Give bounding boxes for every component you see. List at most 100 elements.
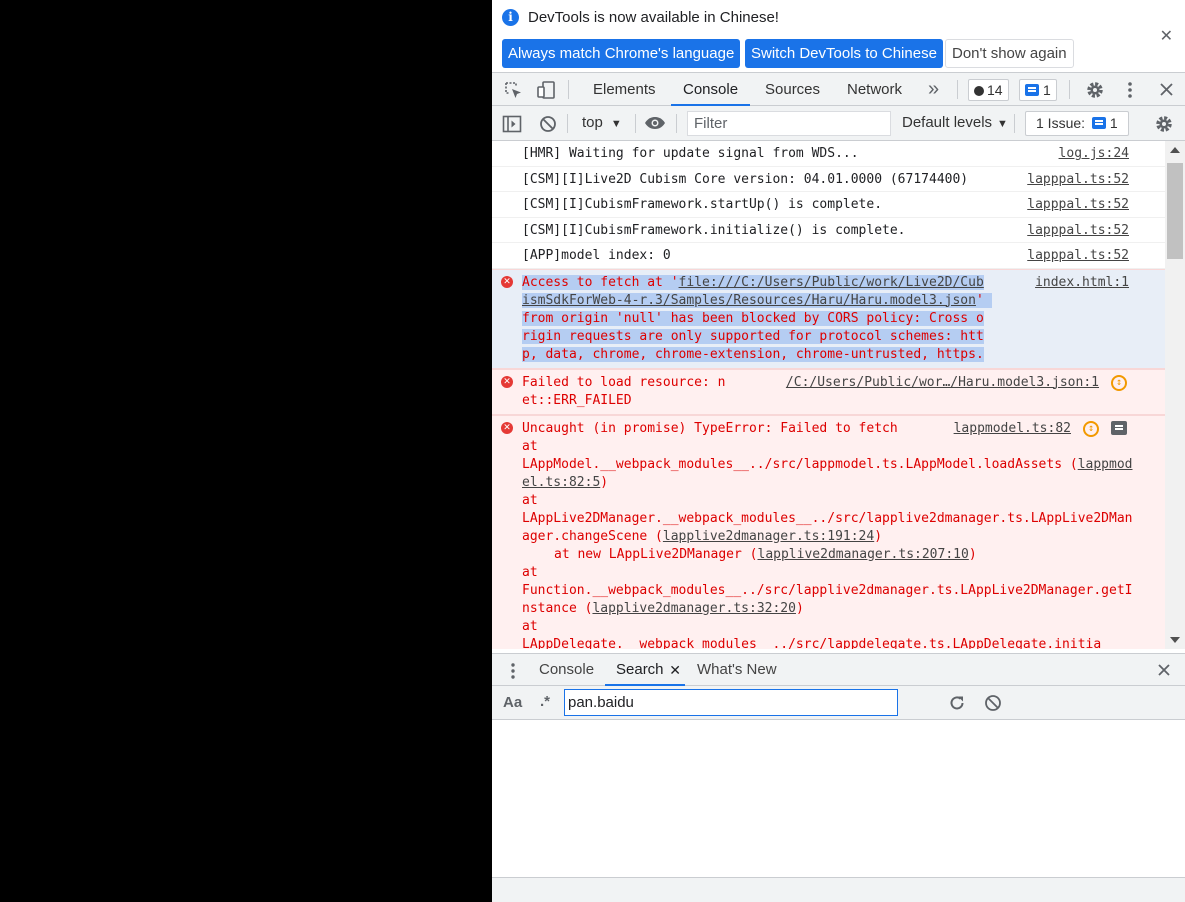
- network-request-icon[interactable]: ↕: [1111, 374, 1127, 391]
- stack-at: at: [522, 438, 538, 454]
- source-link[interactable]: lapppal.ts:52: [1027, 196, 1129, 214]
- source-link[interactable]: log.js:24: [1059, 145, 1129, 163]
- filter-input[interactable]: [687, 111, 891, 136]
- kebab-menu-icon[interactable]: [1124, 81, 1136, 99]
- console-messages[interactable]: [HMR] Waiting for update signal from WDS…: [492, 141, 1165, 649]
- load-error-row[interactable]: ✕ Failed to load resource: net::ERR_FAIL…: [492, 368, 1165, 415]
- console-toolbar: top ▼ Default levels ▼ 1 Issue: 1: [492, 106, 1185, 141]
- stack-at: at: [522, 564, 538, 580]
- drawer-tab-search-label: Search: [616, 661, 664, 678]
- stack-frame: Function.__webpack_modules__../src/lappl…: [522, 582, 1133, 616]
- issue-message-icon: [1091, 117, 1106, 129]
- close-devtools-icon[interactable]: [1159, 82, 1174, 97]
- search-toolbar: Aa .*: [492, 686, 1185, 720]
- gear-icon[interactable]: [1085, 80, 1105, 100]
- log-levels-dropdown[interactable]: Default levels ▼: [902, 114, 1008, 131]
- regex-button[interactable]: .*: [540, 693, 550, 710]
- console-log-row[interactable]: [CSM][I]CubismFramework.initialize() is …: [492, 218, 1165, 243]
- drawer-menu-icon[interactable]: [509, 662, 517, 680]
- close-icon[interactable]: ✕: [1160, 26, 1173, 46]
- console-settings-gear-icon[interactable]: [1154, 114, 1174, 134]
- stack-at: at: [522, 618, 538, 634]
- cors-error-prefix: Access to fetch at ': [522, 274, 679, 290]
- drawer-tab-bar: Console Search ✕ What's New: [492, 653, 1185, 686]
- inspect-element-icon[interactable]: [504, 81, 523, 100]
- more-tabs-icon[interactable]: »: [928, 73, 939, 106]
- scroll-up-arrow-icon[interactable]: [1170, 147, 1180, 153]
- source-link[interactable]: index.html:1: [1035, 273, 1129, 292]
- info-icon: i: [502, 9, 519, 26]
- source-link[interactable]: lapppal.ts:52: [1027, 222, 1129, 240]
- search-status-bar: [492, 877, 1185, 902]
- stack-frame: at new LAppLive2DManager (lapplive2dmana…: [554, 546, 977, 562]
- clear-search-icon[interactable]: [984, 694, 1002, 712]
- drawer-tab-search[interactable]: Search ✕: [605, 654, 685, 686]
- issues-label: 1 Issue:: [1036, 115, 1086, 131]
- console-log-row[interactable]: [CSM][I]Live2D Cubism Core version: 04.0…: [492, 167, 1165, 192]
- stack-location-link[interactable]: lapplive2dmanager.ts:207:10: [758, 547, 969, 562]
- drawer-tab-console[interactable]: Console: [539, 654, 594, 686]
- console-log-row[interactable]: [HMR] Waiting for update signal from WDS…: [492, 141, 1165, 167]
- console-scrollbar[interactable]: [1165, 141, 1185, 649]
- dropdown-arrow-icon: ▼: [997, 118, 1008, 130]
- devtools-panel: i DevTools is now available in Chinese! …: [492, 0, 1185, 902]
- error-count: 14: [987, 82, 1003, 98]
- page-viewport: [0, 0, 492, 902]
- toolbar-divider: [568, 80, 569, 99]
- eye-icon[interactable]: [644, 116, 666, 130]
- sidebar-toggle-icon[interactable]: [502, 115, 522, 133]
- stack-location-link[interactable]: lapplive2dmanager.ts:32:20: [592, 601, 796, 616]
- search-input[interactable]: [564, 689, 898, 716]
- error-icon: ✕: [501, 275, 513, 288]
- dropdown-arrow-icon: ▼: [610, 118, 622, 130]
- issues-count: 1: [1109, 115, 1118, 131]
- toolbar-divider: [1069, 80, 1070, 99]
- close-tab-icon[interactable]: ✕: [669, 654, 681, 686]
- log-levels-value: Default levels: [902, 114, 993, 131]
- cors-error-row[interactable]: ✕ Access to fetch at 'file:///C:/Users/P…: [492, 268, 1165, 369]
- message-count-badge[interactable]: 1: [1019, 79, 1057, 101]
- issues-button[interactable]: 1 Issue: 1: [1025, 111, 1129, 136]
- scroll-down-arrow-icon[interactable]: [1170, 637, 1180, 643]
- tab-sources[interactable]: Sources: [765, 73, 820, 106]
- stack-frame: LAppModel.__webpack_modules__../src/lapp…: [522, 456, 1133, 490]
- clear-console-icon[interactable]: [539, 115, 557, 133]
- stack-function: LAppDelegate.__webpack_modules__../src/l…: [522, 636, 1102, 650]
- tab-network[interactable]: Network: [847, 73, 902, 106]
- toolbar-divider: [567, 114, 568, 133]
- error-count-badge[interactable]: 14: [968, 79, 1009, 101]
- network-request-icon[interactable]: ↕: [1083, 420, 1099, 437]
- source-link[interactable]: lappmodel.ts:82: [953, 419, 1071, 438]
- console-log-row[interactable]: [CSM][I]CubismFramework.startUp() is com…: [492, 192, 1165, 218]
- dont-show-again-button[interactable]: Don't show again: [945, 39, 1074, 68]
- stack-at: at new LAppLive2DManager: [554, 546, 742, 562]
- scroll-thumb[interactable]: [1167, 163, 1183, 259]
- uncaught-error-row[interactable]: ✕ Uncaught (in promise) TypeError: Faile…: [492, 414, 1165, 650]
- close-drawer-icon[interactable]: [1157, 663, 1171, 677]
- stack-location-link[interactable]: lapplive2dmanager.ts:191:24: [663, 529, 874, 544]
- source-link[interactable]: /C:/Users/Public/wor…/Haru.model3.json:1: [785, 373, 1099, 392]
- switch-chinese-button[interactable]: Switch DevTools to Chinese: [745, 39, 943, 68]
- source-link[interactable]: lapppal.ts:52: [1027, 247, 1129, 265]
- error-dot-icon: [974, 86, 984, 96]
- infobar-message: DevTools is now available in Chinese!: [528, 9, 779, 26]
- tab-elements[interactable]: Elements: [593, 73, 656, 106]
- match-case-button[interactable]: Aa: [503, 694, 522, 711]
- toolbar-divider: [1014, 114, 1015, 133]
- error-icon: ✕: [501, 375, 513, 388]
- device-toolbar-icon[interactable]: [536, 80, 556, 100]
- drawer-tab-whats-new[interactable]: What's New: [697, 654, 777, 686]
- context-selector[interactable]: top ▼: [582, 114, 622, 131]
- tab-console[interactable]: Console: [671, 73, 751, 106]
- toolbar-divider: [635, 114, 636, 133]
- error-icon: ✕: [501, 421, 513, 434]
- language-infobar: i DevTools is now available in Chinese! …: [492, 0, 1185, 73]
- refresh-icon[interactable]: [948, 694, 966, 712]
- message-count: 1: [1043, 82, 1051, 98]
- load-error-text: Failed to load resource: net::ERR_FAILED: [522, 374, 726, 408]
- main-tab-bar: Elements Console Sources Network » 14 1: [492, 73, 1185, 106]
- match-language-button[interactable]: Always match Chrome's language: [502, 39, 741, 68]
- source-link[interactable]: lapppal.ts:52: [1027, 171, 1129, 189]
- console-log-row[interactable]: [APP]model index: 0 lapppal.ts:52: [492, 243, 1165, 269]
- chat-bubble-icon[interactable]: [1111, 420, 1127, 435]
